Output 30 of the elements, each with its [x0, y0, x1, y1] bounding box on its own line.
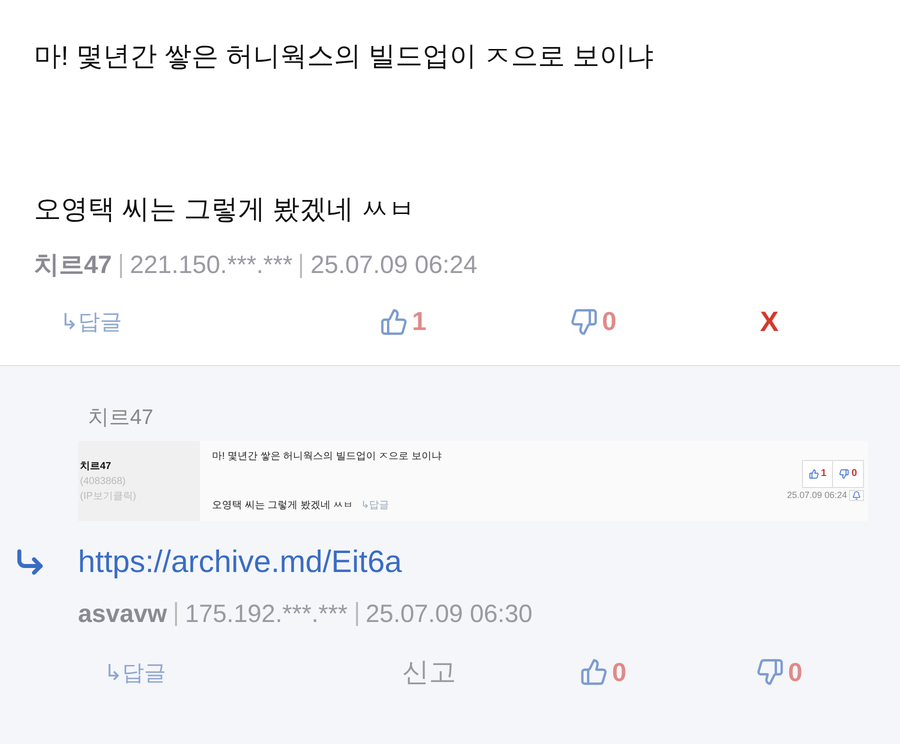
quote-author: 치르47: [87, 404, 154, 430]
upvote-count: 1: [802, 460, 834, 487]
author-name: 치르47: [34, 250, 112, 281]
thumbs-up-icon: [580, 658, 608, 686]
thumbs-up-icon: [808, 468, 819, 479]
upvote-button[interactable]: 1: [380, 302, 570, 341]
quoted-text: 마! 몇년간 쌓은 허니웍스의 빌드업이 ㅈ으로 보이냐: [212, 450, 442, 464]
quoted-text: 오영택 씨는 그렇게 봤겠네 ㅆㅂ: [212, 499, 354, 513]
thumbs-down-icon: [756, 658, 784, 686]
downvote-button[interactable]: 0: [756, 652, 802, 692]
thumbs-down-icon: [839, 468, 850, 479]
upvote-button[interactable]: 0: [580, 652, 756, 692]
reply-link[interactable]: ↳답글: [60, 305, 380, 338]
reply-link[interactable]: ↳답글: [104, 656, 402, 688]
quoted-date: 25.07.09 06:24: [786, 488, 847, 502]
post-date: 25.07.09 06:30: [366, 598, 532, 630]
quoted-author: 치르47: [80, 460, 112, 474]
author-name: asvavw: [78, 598, 167, 630]
archive-link[interactable]: https://archive.md/Eit6a: [78, 539, 402, 586]
report-button[interactable]: 신고: [402, 652, 580, 692]
ip-address: 175.192.***.***: [184, 598, 348, 630]
thumbs-up-icon: [380, 308, 408, 336]
comment-text: 마! 몇년간 쌓은 허니웍스의 빌드업이 ㅈ으로 보이냐: [34, 40, 655, 73]
downvote-count: 0: [833, 460, 863, 487]
thumbs-down-icon: [570, 308, 598, 336]
downvote-button[interactable]: 0: [570, 302, 760, 341]
delete-button[interactable]: X: [760, 300, 779, 342]
comment-text: 오영택 씨는 그렇게 봤겠네 ㅆㅂ: [34, 192, 416, 226]
post-date: 25.07.09 06:24: [310, 250, 478, 281]
ip-address: 221.150.***.***: [130, 250, 292, 281]
